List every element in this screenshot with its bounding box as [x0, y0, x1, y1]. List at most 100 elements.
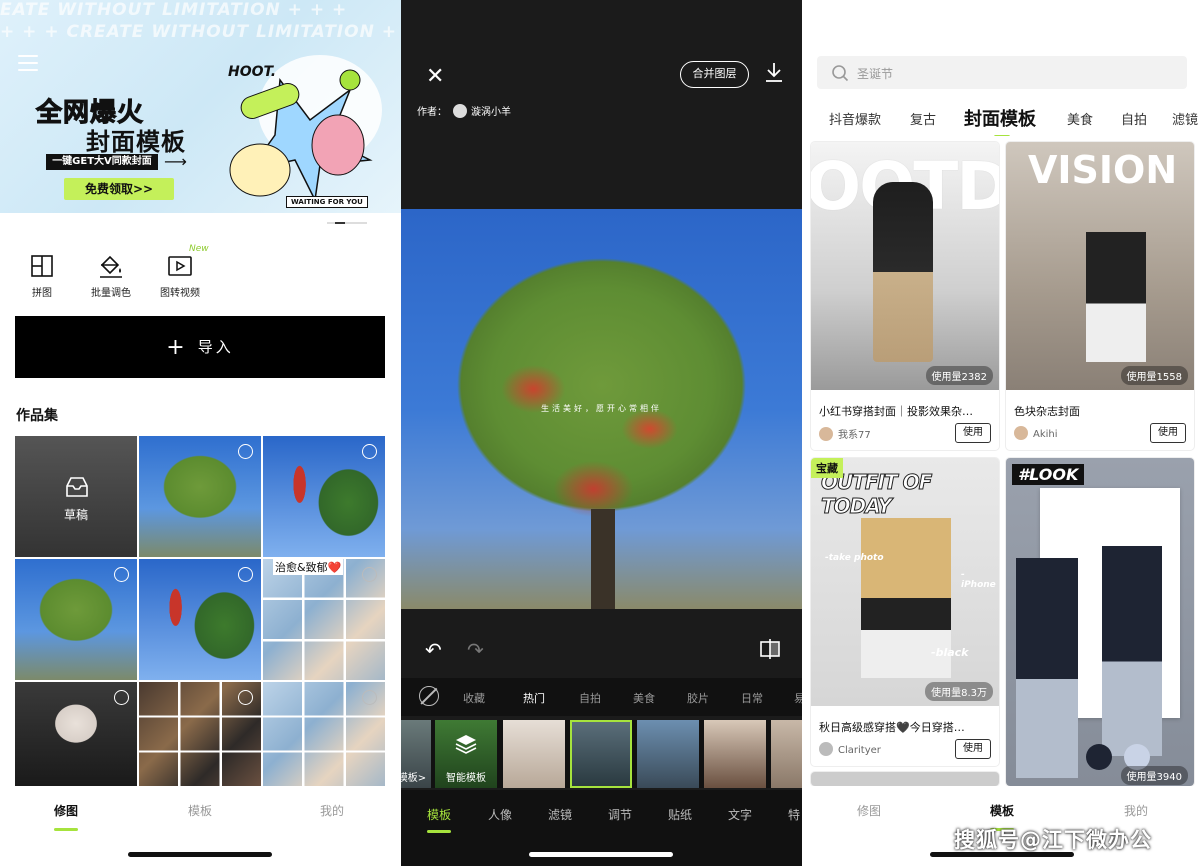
use-template-button[interactable]: 使用: [955, 423, 991, 443]
no-template-icon[interactable]: [419, 686, 439, 706]
work-thumbnail[interactable]: [139, 436, 261, 557]
tool-collage[interactable]: 拼图: [12, 254, 72, 299]
inbox-icon: [66, 477, 88, 497]
tool-tab-sticker[interactable]: 贴纸: [668, 806, 692, 823]
category-item[interactable]: 自拍: [579, 690, 601, 706]
category-tab-active[interactable]: 封面模板: [964, 105, 1036, 136]
work-thumbnail[interactable]: [15, 682, 137, 786]
banner-pager: [327, 222, 367, 224]
download-icon[interactable]: [763, 60, 785, 84]
template-screen: 圣诞节 抖音爆款 复古 封面模板 美食 自拍 滤镜 OOTD 使用量2382 小…: [802, 0, 1203, 866]
tool-tab-more[interactable]: 特: [788, 806, 800, 823]
category-tab[interactable]: 自拍: [1121, 109, 1147, 128]
template-card-partial[interactable]: [811, 772, 999, 786]
use-template-button[interactable]: 使用: [955, 739, 991, 759]
category-tab[interactable]: 抖音爆款: [829, 109, 881, 128]
select-circle[interactable]: [362, 690, 377, 705]
avatar: [1014, 426, 1028, 440]
video-play-icon: [168, 256, 192, 276]
category-item[interactable]: 热门: [523, 690, 545, 706]
template-thumb[interactable]: [771, 720, 802, 788]
tool-tab-filter[interactable]: 滤镜: [548, 806, 572, 823]
category-tab[interactable]: 复古: [910, 109, 936, 128]
usage-count: 使用量8.3万: [925, 682, 993, 701]
watermark: 搜狐号@江下微办公: [954, 828, 1152, 852]
template-thumb[interactable]: [704, 720, 766, 788]
template-thumb-selected[interactable]: [570, 720, 632, 788]
tab-templates[interactable]: 模板: [990, 802, 1015, 831]
category-tab[interactable]: 滤镜: [1172, 109, 1198, 128]
redo-icon[interactable]: ↷: [467, 638, 484, 662]
cover-text: OUTFIT OF TODAY: [821, 470, 933, 519]
menu-icon[interactable]: [18, 55, 38, 76]
tab-templates[interactable]: 模板: [188, 802, 212, 819]
template-card[interactable]: VISION 使用量1558 色块杂志封面 Akihi 使用: [1006, 142, 1194, 450]
work-thumbnail[interactable]: [263, 682, 385, 786]
home-indicator: [128, 852, 272, 857]
select-circle[interactable]: [362, 567, 377, 582]
cover-figure: [1016, 558, 1078, 778]
tab-me[interactable]: 我的: [320, 802, 344, 819]
select-circle[interactable]: [238, 690, 253, 705]
select-circle[interactable]: [362, 444, 377, 459]
photo-overlay-text[interactable]: 生活美好，愿开心常相伴: [401, 403, 802, 414]
card-author-name: Akihi: [1033, 429, 1058, 440]
tool-photo-to-video[interactable]: 图转视频: [150, 254, 210, 299]
template-card[interactable]: #LOOK 使用量3940: [1006, 458, 1194, 786]
tool-tab-text[interactable]: 文字: [728, 806, 752, 823]
works-grid: 草稿 治愈&致郁❤️: [15, 436, 385, 786]
category-tab[interactable]: 美食: [1067, 109, 1093, 128]
author-name[interactable]: 漩涡小羊: [471, 107, 511, 118]
select-circle[interactable]: [238, 444, 253, 459]
select-circle[interactable]: [114, 690, 129, 705]
promo-banner[interactable]: EATE WITHOUT LIMITATION + + + + + + CREA…: [0, 0, 401, 213]
smart-template-button[interactable]: 智能模板: [435, 720, 497, 788]
undo-icon[interactable]: ↶: [425, 638, 442, 662]
category-item[interactable]: 易: [794, 690, 802, 706]
template-thumb[interactable]: [503, 720, 565, 788]
draft-tile[interactable]: 草稿: [15, 436, 137, 557]
plus-icon: +: [166, 335, 188, 360]
template-card[interactable]: OOTD 使用量2382 小红书穿搭封面｜投影效果杂… 我系77 使用: [811, 142, 999, 450]
select-circle[interactable]: [238, 567, 253, 582]
banner-cta-button[interactable]: 免费领取>>: [64, 178, 174, 200]
category-item[interactable]: 美食: [633, 690, 655, 706]
template-card[interactable]: OUTFIT OF TODAY 宝藏 -take photo -iPhone -…: [811, 458, 999, 766]
work-thumbnail[interactable]: [139, 682, 261, 786]
avatar: [453, 104, 467, 118]
card-author-name: 我系77: [838, 430, 871, 441]
card-title: 秋日高级感穿搭🖤今日穿搭…: [819, 721, 965, 734]
template-thumb[interactable]: [637, 720, 699, 788]
category-item[interactable]: 胶片: [687, 690, 709, 706]
compare-icon[interactable]: [758, 638, 782, 660]
tab-me[interactable]: 我的: [1124, 802, 1148, 819]
search-icon: [832, 65, 849, 82]
tool-tab-template[interactable]: 模板: [427, 806, 452, 833]
close-icon[interactable]: ✕: [426, 64, 444, 89]
tool-tab-adjust[interactable]: 调节: [608, 806, 632, 823]
template-cover: OUTFIT OF TODAY 宝藏 -take photo -iPhone -…: [811, 458, 999, 706]
home-screen: EATE WITHOUT LIMITATION + + + + + + CREA…: [0, 0, 401, 866]
banner-tagline: 一键GET大V同款封面: [46, 154, 158, 170]
tool-batch-color[interactable]: 批量调色: [81, 254, 141, 299]
import-button[interactable]: + 导入: [15, 316, 385, 378]
merge-layers-button[interactable]: 合并图层: [680, 61, 749, 88]
work-thumbnail[interactable]: 治愈&致郁❤️: [263, 559, 385, 680]
template-thumb[interactable]: 模板>: [401, 720, 431, 788]
draft-label: 草稿: [63, 508, 88, 522]
template-thumb-label: 模板>: [401, 773, 427, 784]
search-input[interactable]: 圣诞节: [857, 65, 893, 82]
select-circle[interactable]: [114, 567, 129, 582]
search-bar[interactable]: 圣诞节: [817, 56, 1187, 89]
category-item[interactable]: 收藏: [463, 690, 485, 706]
tool-tab-portrait[interactable]: 人像: [488, 806, 512, 823]
work-thumbnail[interactable]: [15, 559, 137, 680]
smart-template-label: 智能模板: [446, 773, 486, 784]
tab-edit[interactable]: 修图: [857, 802, 881, 819]
author-prefix: 作者：: [417, 107, 447, 118]
category-item[interactable]: 日常: [741, 690, 763, 706]
work-thumbnail[interactable]: [139, 559, 261, 680]
use-template-button[interactable]: 使用: [1150, 423, 1186, 443]
work-thumbnail[interactable]: [263, 436, 385, 557]
tab-edit[interactable]: 修图: [54, 802, 79, 831]
